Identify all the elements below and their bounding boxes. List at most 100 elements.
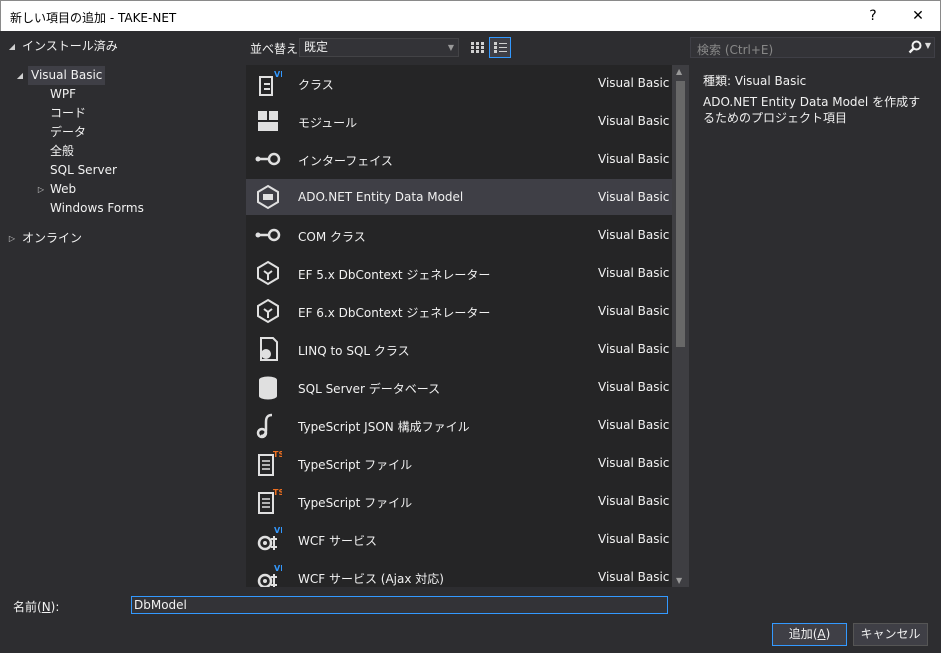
ef-generator-icon	[257, 298, 279, 324]
search-icon[interactable]	[908, 40, 922, 54]
scroll-down-icon[interactable]: ▼	[676, 576, 682, 585]
add-label: 追加(	[788, 627, 818, 641]
template-item-language: Visual Basic	[598, 190, 670, 204]
interface-icon	[255, 152, 281, 166]
template-item[interactable]: SQL Server データベース Visual Basic	[246, 369, 672, 405]
name-label: 名前(N):	[13, 598, 59, 615]
svg-text:VB: VB	[274, 526, 282, 535]
template-item-name: クラス	[298, 78, 334, 92]
detail-panel: 種類: Visual Basic ADO.NET Entity Data Mod…	[689, 65, 941, 587]
template-item-name: TypeScript ファイル	[298, 496, 413, 510]
template-item-language: Visual Basic	[598, 456, 670, 470]
list-scrollbar[interactable]: ▲ ▼	[672, 65, 689, 587]
svg-text:VB: VB	[274, 564, 282, 573]
template-item-name: TypeScript JSON 構成ファイル	[298, 420, 470, 434]
typescript-file-icon: TS	[258, 488, 282, 514]
add-mnemonic: A	[817, 627, 826, 641]
sort-value: 既定	[304, 40, 329, 54]
template-item-name: EF 6.x DbContext ジェネレーター	[298, 306, 491, 320]
database-icon	[259, 376, 277, 400]
help-button[interactable]: ?	[850, 1, 896, 32]
small-icons-view-button[interactable]	[466, 37, 488, 58]
template-item[interactable]: TypeScript JSON 構成ファイル Visual Basic	[246, 407, 672, 443]
scroll-thumb[interactable]	[676, 81, 685, 347]
collapse-arrow-icon[interactable]: ◢	[15, 66, 25, 85]
detail-type-label: 種類:	[703, 74, 732, 88]
tree-label: Windows Forms	[50, 201, 144, 215]
template-item[interactable]: EF 5.x DbContext ジェネレーター Visual Basic	[246, 255, 672, 291]
com-class-icon	[255, 228, 281, 242]
close-button[interactable]: ✕	[895, 1, 941, 32]
svg-text:VB: VB	[274, 70, 282, 79]
tree-label: コード	[50, 106, 87, 120]
sort-dropdown[interactable]: 既定 ▼	[299, 38, 459, 57]
template-item-language: Visual Basic	[598, 532, 670, 546]
collapse-arrow-icon[interactable]: ◢	[7, 37, 17, 56]
template-item-language: Visual Basic	[598, 494, 670, 508]
detail-type: 種類: Visual Basic	[703, 72, 806, 89]
module-icon	[258, 111, 278, 131]
template-item[interactable]: TS TypeScript ファイル Visual Basic	[246, 445, 672, 481]
template-item-language: Visual Basic	[598, 380, 670, 394]
list-view-icon	[494, 42, 507, 53]
name-label-mnemonic: N	[41, 600, 51, 614]
template-item[interactable]: ADO.NET Entity Data Model Visual Basic	[246, 179, 672, 215]
search-options-chevron-icon[interactable]: ▼	[925, 41, 931, 50]
svg-text:TS: TS	[273, 450, 282, 459]
template-item-language: Visual Basic	[598, 342, 670, 356]
entity-model-icon	[257, 184, 279, 210]
template-item-language: Visual Basic	[598, 304, 670, 318]
template-item[interactable]: モジュール Visual Basic	[246, 103, 672, 139]
template-item-name: TypeScript ファイル	[298, 458, 413, 472]
cancel-button[interactable]: キャンセル	[853, 623, 928, 646]
template-item-language: Visual Basic	[598, 228, 670, 242]
wcf-service-icon: VB	[257, 526, 282, 551]
template-item[interactable]: LINQ to SQL クラス Visual Basic	[246, 331, 672, 367]
template-item[interactable]: COM クラス Visual Basic	[246, 217, 672, 253]
title-bar: 新しい項目の追加 - TAKE-NET ? ✕	[0, 0, 941, 31]
template-item-name: ADO.NET Entity Data Model	[298, 190, 464, 204]
expand-arrow-icon[interactable]: ▷	[7, 229, 17, 248]
template-item-name: モジュール	[298, 116, 358, 130]
tree-label-visual-basic: Visual Basic	[28, 66, 106, 85]
template-item-language: Visual Basic	[598, 266, 670, 280]
template-item-name: WCF サービス	[298, 534, 377, 548]
template-item-language: Visual Basic	[598, 418, 670, 432]
template-item-name: EF 5.x DbContext ジェネレーター	[298, 268, 491, 282]
template-item[interactable]: VB クラス Visual Basic	[246, 65, 672, 101]
tree-node-visual-basic[interactable]: ◢ Visual Basic	[0, 66, 245, 85]
name-input[interactable]	[131, 596, 668, 614]
add-button[interactable]: 追加(A)	[772, 623, 847, 646]
grid-view-icon	[471, 42, 484, 53]
template-item-name: インターフェイス	[298, 154, 393, 168]
template-item-name: SQL Server データベース	[298, 382, 441, 396]
scroll-up-icon[interactable]: ▲	[676, 67, 682, 76]
search-box[interactable]: 検索 (Ctrl+E) ▼	[690, 37, 935, 58]
typescript-file-icon: TS	[258, 450, 282, 476]
category-tree: ◢ インストール済み ◢ Visual Basic WPF コード データ 全般…	[0, 31, 245, 587]
template-item[interactable]: VB WCF サービス Visual Basic	[246, 521, 672, 557]
detail-description: ADO.NET Entity Data Model を作成するためのプロジェクト…	[703, 95, 921, 125]
tree-label: データ	[50, 125, 87, 139]
tree-node-online[interactable]: ▷ オンライン	[0, 229, 245, 248]
tree-node-installed[interactable]: ◢ インストール済み	[0, 37, 245, 56]
template-item[interactable]: EF 6.x DbContext ジェネレーター Visual Basic	[246, 293, 672, 329]
svg-text:TS: TS	[273, 488, 282, 497]
template-item-name: LINQ to SQL クラス	[298, 344, 410, 358]
name-label-text: 名前(	[13, 600, 42, 614]
window-title: 新しい項目の追加 - TAKE-NET	[10, 11, 177, 25]
template-list: VBクラスVisual BasicモジュールVisual Basicインターフェ…	[246, 65, 672, 587]
detail-type-value: Visual Basic	[734, 74, 807, 88]
tree-label: SQL Server	[50, 163, 117, 177]
template-item-language: Visual Basic	[598, 76, 670, 90]
chevron-down-icon: ▼	[447, 43, 454, 52]
template-item[interactable]: VB WCF サービス (Ajax 対応) Visual Basic	[246, 559, 672, 587]
details-view-button[interactable]	[489, 37, 511, 58]
template-item[interactable]: TS TypeScript ファイル Visual Basic	[246, 483, 672, 519]
expand-arrow-icon[interactable]: ▷	[36, 180, 46, 199]
ef-generator-icon	[257, 260, 279, 286]
template-item[interactable]: インターフェイス Visual Basic	[246, 141, 672, 177]
name-label-end: ):	[50, 600, 60, 614]
tree-label-online: オンライン	[22, 231, 83, 245]
tree-node-web[interactable]: ▷ Web	[0, 180, 245, 199]
